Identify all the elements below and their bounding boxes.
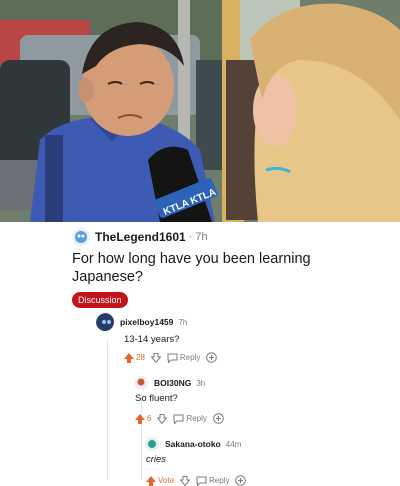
- comment: pixelboy1459 7h: [96, 313, 386, 331]
- reply-button[interactable]: Reply: [196, 476, 229, 486]
- downvote-button[interactable]: [150, 352, 161, 363]
- comment: Sakana-otoko 44m: [145, 437, 385, 451]
- comment-actions: 6 Reply: [135, 413, 230, 424]
- downvote-button[interactable]: [180, 475, 191, 486]
- upvote-button[interactable]: 28: [124, 352, 145, 363]
- thread-line-1[interactable]: [107, 340, 108, 480]
- upvote-button[interactable]: Vote: [146, 475, 175, 486]
- post-header: TheLegend1601 · 7h: [72, 228, 208, 246]
- comment-header: BOI30NG 3h: [134, 376, 384, 390]
- comment-actions: Vote Reply: [146, 475, 252, 486]
- upvote-button[interactable]: 6: [135, 413, 152, 424]
- comment-body: cries: [146, 454, 167, 465]
- comment: BOI30NG 3h: [134, 376, 384, 390]
- news-photo: KTLA KTLA: [0, 0, 400, 222]
- add-award-icon: [235, 475, 247, 486]
- header-separator: ·: [188, 231, 193, 243]
- comment-header: Sakana-otoko 44m: [145, 437, 385, 451]
- reply-bubble-icon: [196, 476, 207, 486]
- commenter-avatar[interactable]: [134, 376, 148, 390]
- downvote-icon: [157, 413, 168, 424]
- upvote-icon: [135, 413, 145, 424]
- downvote-button[interactable]: [157, 413, 168, 424]
- award-button[interactable]: [206, 352, 218, 363]
- vote-count: 6: [147, 414, 152, 423]
- comment-actions: 28 Reply: [124, 352, 223, 363]
- award-button[interactable]: [235, 475, 247, 486]
- upvote-icon: [124, 352, 134, 363]
- comment-username[interactable]: pixelboy1459: [120, 317, 173, 327]
- commenter-avatar[interactable]: [96, 313, 114, 331]
- vote-label: Vote: [158, 476, 175, 485]
- add-award-icon: [213, 413, 224, 424]
- reply-button[interactable]: Reply: [173, 414, 207, 424]
- commenter-avatar[interactable]: [145, 437, 159, 451]
- downvote-icon: [180, 475, 191, 486]
- comment-timestamp: 7h: [178, 317, 188, 327]
- user-avatar[interactable]: [72, 228, 90, 246]
- reddit-post: TheLegend1601 · 7h For how long have you…: [0, 222, 400, 486]
- downvote-icon: [150, 352, 161, 363]
- add-award-icon: [206, 352, 218, 363]
- comment-username[interactable]: BOI30NG: [154, 378, 191, 388]
- thread-line-2[interactable]: [141, 398, 142, 480]
- post-flair[interactable]: Discussion: [72, 292, 128, 308]
- comment-timestamp: 3h: [196, 378, 206, 388]
- post-title[interactable]: For how long have you been learning Japa…: [72, 250, 372, 286]
- vote-count: 28: [136, 353, 145, 362]
- reply-bubble-icon: [173, 414, 184, 424]
- comment-body: 13-14 years?: [124, 334, 180, 345]
- post-timestamp: 7h: [195, 231, 208, 243]
- award-button[interactable]: [213, 413, 224, 424]
- comment-username[interactable]: Sakana-otoko: [165, 439, 221, 449]
- reply-label: Reply: [209, 476, 230, 485]
- post-username[interactable]: TheLegend1601: [95, 230, 186, 244]
- reply-label: Reply: [186, 414, 207, 423]
- comment-timestamp: 44m: [225, 439, 242, 449]
- comment-header: pixelboy1459 7h: [96, 313, 386, 331]
- comment-body: So fluent?: [135, 393, 178, 404]
- reply-button[interactable]: Reply: [167, 353, 200, 363]
- reply-label: Reply: [179, 353, 201, 362]
- upvote-icon: [146, 475, 156, 486]
- reply-bubble-icon: [167, 353, 178, 363]
